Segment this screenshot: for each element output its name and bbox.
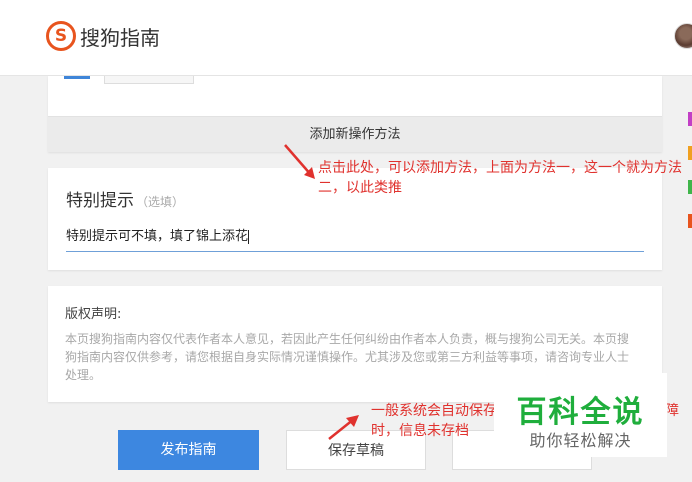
annotation-arrow-icon bbox=[284, 144, 315, 179]
sogou-logo[interactable]: S 搜狗指南 bbox=[46, 21, 160, 51]
special-tip-input[interactable]: 特别提示可不填，填了锦上添花 bbox=[66, 224, 644, 252]
add-method-annotation: 点击此处，可以添加方法，上面为方法一，这一个就为方法二，以此类推 bbox=[318, 160, 682, 196]
side-color-marks bbox=[688, 112, 692, 248]
sogou-logo-icon: S bbox=[46, 21, 76, 51]
text-caret bbox=[248, 229, 250, 244]
watermark: 百科全说 助你轻松解决 bbox=[494, 373, 667, 457]
publish-button[interactable]: 发布指南 bbox=[118, 430, 259, 470]
watermark-subtitle: 助你轻松解决 bbox=[529, 431, 632, 450]
optional-label: （选填） bbox=[136, 195, 185, 209]
add-method-button[interactable]: 添加新操作方法 bbox=[48, 116, 662, 152]
top-bar: S 搜狗指南 bbox=[0, 0, 692, 76]
method-chip[interactable] bbox=[104, 76, 194, 84]
side-mark bbox=[688, 180, 692, 194]
logo-text: 搜狗指南 bbox=[80, 25, 160, 50]
copyright-title: 版权声明: bbox=[65, 307, 122, 322]
special-tip-title: 特别提示 bbox=[66, 191, 134, 211]
method-checkbox[interactable] bbox=[64, 76, 90, 79]
special-tip-heading: 特别提示 （选填） bbox=[66, 186, 184, 211]
user-avatar[interactable] bbox=[674, 23, 692, 49]
special-tip-input-value: 特别提示可不填，填了锦上添花 bbox=[66, 229, 249, 244]
annotation-arrow-icon bbox=[328, 415, 359, 440]
watermark-title: 百科全说 bbox=[516, 395, 645, 430]
side-mark bbox=[688, 146, 692, 160]
side-mark bbox=[688, 112, 692, 126]
side-mark bbox=[688, 214, 692, 228]
method-card: 添加新操作方法 bbox=[48, 76, 662, 152]
